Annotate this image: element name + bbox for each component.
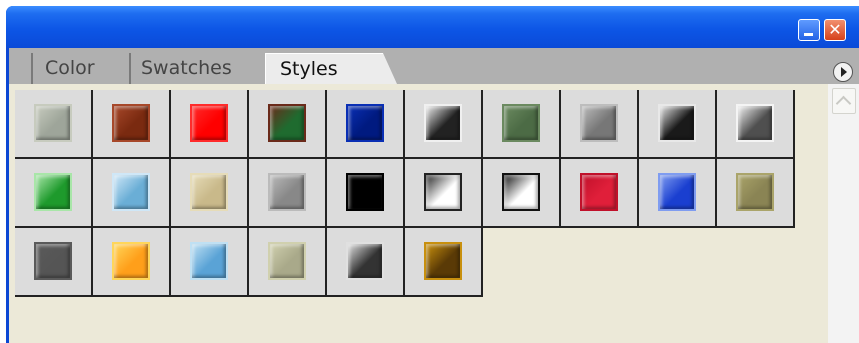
style-preset-gray-frame[interactable] — [249, 159, 327, 228]
style-preset-black-white-pattern[interactable] — [405, 90, 483, 159]
style-swatch-icon — [658, 104, 696, 142]
style-swatch-icon — [502, 104, 540, 142]
style-swatch-icon — [268, 104, 306, 142]
style-swatch-icon — [34, 104, 72, 142]
style-swatch-icon — [268, 173, 306, 211]
style-preset-checker-bw[interactable] — [327, 228, 405, 297]
minimize-button[interactable] — [798, 19, 820, 41]
style-preset-light-blue-gradient[interactable] — [93, 159, 171, 228]
style-preset-brown-gold[interactable] — [405, 228, 483, 297]
style-preset-gold-orange[interactable] — [93, 228, 171, 297]
style-preset-green-textured[interactable] — [483, 90, 561, 159]
close-button[interactable]: ✕ — [824, 19, 846, 41]
style-swatch-icon — [190, 242, 228, 280]
title-bar[interactable]: ✕ — [6, 6, 859, 48]
style-preset-white-bw-pattern[interactable] — [405, 159, 483, 228]
style-preset-dark-blue-bevel[interactable] — [327, 90, 405, 159]
style-swatch-icon — [34, 242, 72, 280]
style-swatch-icon — [190, 173, 228, 211]
style-swatch-icon — [190, 104, 228, 142]
style-swatch-icon — [346, 173, 384, 211]
style-preset-brown-bevel[interactable] — [93, 90, 171, 159]
close-icon: ✕ — [828, 20, 842, 39]
style-preset-red-stamp[interactable] — [561, 159, 639, 228]
style-preset-gray-button[interactable] — [561, 90, 639, 159]
style-swatch-icon — [346, 242, 384, 280]
styles-panel-window: ✕ Color Swatches Styles — [6, 6, 859, 343]
style-swatch-icon — [268, 242, 306, 280]
style-swatch-icon — [580, 104, 618, 142]
style-swatch-icon — [112, 104, 150, 142]
style-swatch-icon — [34, 173, 72, 211]
style-preset-blue-bevel[interactable] — [639, 159, 717, 228]
style-preset-gray-textured[interactable] — [15, 90, 93, 159]
tab-color[interactable]: Color — [31, 53, 127, 84]
style-preset-bw-stripes[interactable] — [639, 90, 717, 159]
style-swatch-icon — [502, 173, 540, 211]
style-preset-dark-gray-glow[interactable] — [717, 90, 795, 159]
tab-swatches[interactable]: Swatches — [129, 53, 269, 84]
style-preset-white-black-frame[interactable] — [483, 159, 561, 228]
style-preset-red-glossy[interactable] — [171, 90, 249, 159]
style-swatch-icon — [112, 173, 150, 211]
style-swatch-icon — [424, 173, 462, 211]
panel-menu-button[interactable] — [833, 62, 853, 82]
style-swatch-icon — [658, 173, 696, 211]
style-preset-dark-gray-square[interactable] — [15, 228, 93, 297]
style-preset-olive-texture[interactable] — [717, 159, 795, 228]
styles-grid — [15, 90, 815, 340]
style-preset-khaki-frame[interactable] — [249, 228, 327, 297]
style-swatch-icon — [346, 104, 384, 142]
tab-strip: Color Swatches Styles — [9, 48, 859, 84]
vertical-scrollbar[interactable] — [828, 84, 859, 343]
style-preset-blue-light-gradient[interactable] — [171, 228, 249, 297]
style-preset-black-square[interactable] — [327, 159, 405, 228]
scroll-up-button[interactable] — [832, 88, 856, 114]
tab-styles[interactable]: Styles — [265, 53, 397, 84]
style-preset-green-brown[interactable] — [249, 90, 327, 159]
style-swatch-icon — [424, 104, 462, 142]
style-preset-green-gradient[interactable] — [15, 159, 93, 228]
style-swatch-icon — [736, 173, 774, 211]
style-preset-beige-texture[interactable] — [171, 159, 249, 228]
panel-body: Color Swatches Styles — [9, 48, 859, 343]
style-swatch-icon — [424, 242, 462, 280]
style-swatch-icon — [580, 173, 618, 211]
style-swatch-icon — [736, 104, 774, 142]
style-swatch-icon — [112, 242, 150, 280]
